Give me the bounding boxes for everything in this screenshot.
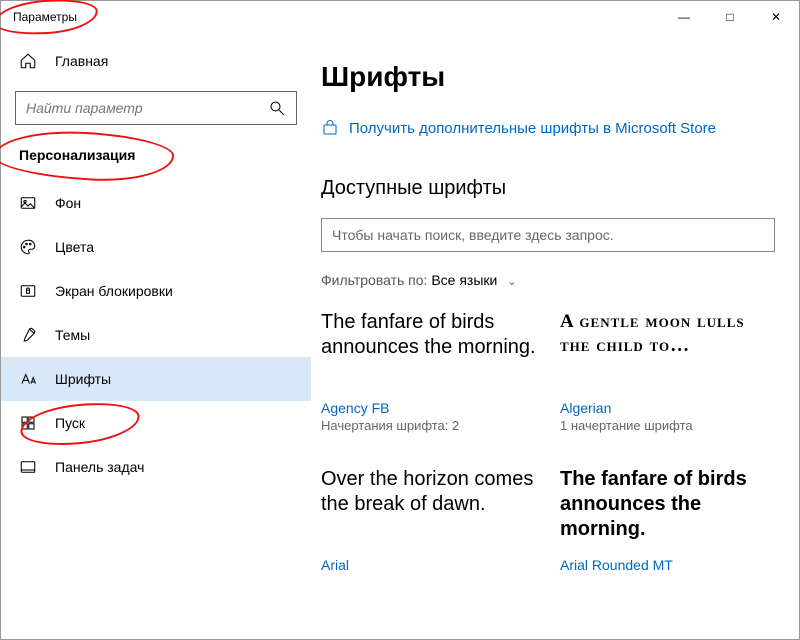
- sidebar-home-label: Главная: [55, 53, 108, 69]
- sidebar-item-label: Фон: [55, 195, 81, 211]
- lockscreen-icon: [19, 282, 37, 300]
- sidebar-item-label: Шрифты: [55, 371, 111, 387]
- font-styles: 1 начертание шрифта: [560, 418, 775, 433]
- content-area: Главная Персонализация Фон: [1, 33, 799, 639]
- titlebar: Параметры — □ ✕: [1, 1, 799, 33]
- sidebar-item-label: Темы: [55, 327, 90, 343]
- sidebar-item-lockscreen[interactable]: Экран блокировки: [1, 269, 311, 313]
- sidebar-item-label: Пуск: [55, 415, 85, 431]
- sidebar: Главная Персонализация Фон: [1, 33, 311, 639]
- search-wrap: [1, 83, 311, 137]
- font-sample: A gentle moon lulls the child to…: [560, 310, 775, 386]
- font-sample: The fanfare of birds announces the morni…: [560, 467, 775, 543]
- font-name: Arial: [321, 557, 536, 573]
- search-input[interactable]: [26, 100, 268, 116]
- picture-icon: [19, 194, 37, 212]
- sidebar-item-label: Экран блокировки: [55, 283, 173, 299]
- main-panel: Шрифты Получить дополнительные шрифты в …: [311, 33, 799, 639]
- sidebar-item-fonts[interactable]: Шрифты: [1, 357, 311, 401]
- filter-label: Фильтровать по:: [321, 272, 427, 288]
- taskbar-icon: [19, 458, 37, 476]
- filter-row[interactable]: Фильтровать по: Все языки ⌄: [321, 272, 775, 288]
- sidebar-item-label: Панель задач: [55, 459, 144, 475]
- window-controls: — □ ✕: [661, 1, 799, 33]
- window-title: Параметры: [13, 10, 77, 24]
- font-tile-arial-rounded[interactable]: The fanfare of birds announces the morni…: [560, 467, 775, 575]
- brush-icon: [19, 326, 37, 344]
- search-box[interactable]: [15, 91, 297, 125]
- close-button[interactable]: ✕: [753, 1, 799, 33]
- font-grid: The fanfare of birds announces the morni…: [321, 310, 775, 575]
- sidebar-item-start[interactable]: Пуск: [1, 401, 311, 445]
- font-name: Algerian: [560, 400, 775, 416]
- home-icon: [19, 52, 37, 70]
- font-sample: Over the horizon comes the break of dawn…: [321, 467, 536, 543]
- maximize-button[interactable]: □: [707, 1, 753, 33]
- store-link[interactable]: Получить дополнительные шрифты в Microso…: [321, 119, 775, 137]
- sidebar-item-colors[interactable]: Цвета: [1, 225, 311, 269]
- font-styles: Начертания шрифта: 2: [321, 418, 536, 433]
- sidebar-item-themes[interactable]: Темы: [1, 313, 311, 357]
- page-title: Шрифты: [321, 61, 775, 93]
- font-search-placeholder: Чтобы начать поиск, введите здесь запрос…: [332, 227, 614, 243]
- sidebar-item-label: Цвета: [55, 239, 94, 255]
- font-name: Agency FB: [321, 400, 536, 416]
- start-icon: [19, 414, 37, 432]
- font-tile-agency-fb[interactable]: The fanfare of birds announces the morni…: [321, 310, 536, 433]
- settings-window: Параметры — □ ✕ Главная: [0, 0, 800, 640]
- sidebar-home[interactable]: Главная: [1, 39, 311, 83]
- search-icon: [268, 99, 286, 117]
- sidebar-item-taskbar[interactable]: Панель задач: [1, 445, 311, 489]
- chevron-down-icon: ⌄: [507, 275, 516, 288]
- minimize-button[interactable]: —: [661, 1, 707, 33]
- store-link-text: Получить дополнительные шрифты в Microso…: [349, 120, 716, 137]
- font-tile-arial[interactable]: Over the horizon comes the break of dawn…: [321, 467, 536, 575]
- filter-value: Все языки: [431, 272, 497, 288]
- palette-icon: [19, 238, 37, 256]
- font-search-input[interactable]: Чтобы начать поиск, введите здесь запрос…: [321, 218, 775, 252]
- sidebar-section-heading: Персонализация: [1, 137, 311, 181]
- font-tile-algerian[interactable]: A gentle moon lulls the child to… Algeri…: [560, 310, 775, 433]
- sidebar-item-background[interactable]: Фон: [1, 181, 311, 225]
- available-fonts-heading: Доступные шрифты: [321, 177, 775, 200]
- font-sample: The fanfare of birds announces the morni…: [321, 310, 536, 386]
- store-icon: [321, 119, 339, 137]
- fonts-icon: [19, 370, 37, 388]
- font-name: Arial Rounded MT: [560, 557, 775, 573]
